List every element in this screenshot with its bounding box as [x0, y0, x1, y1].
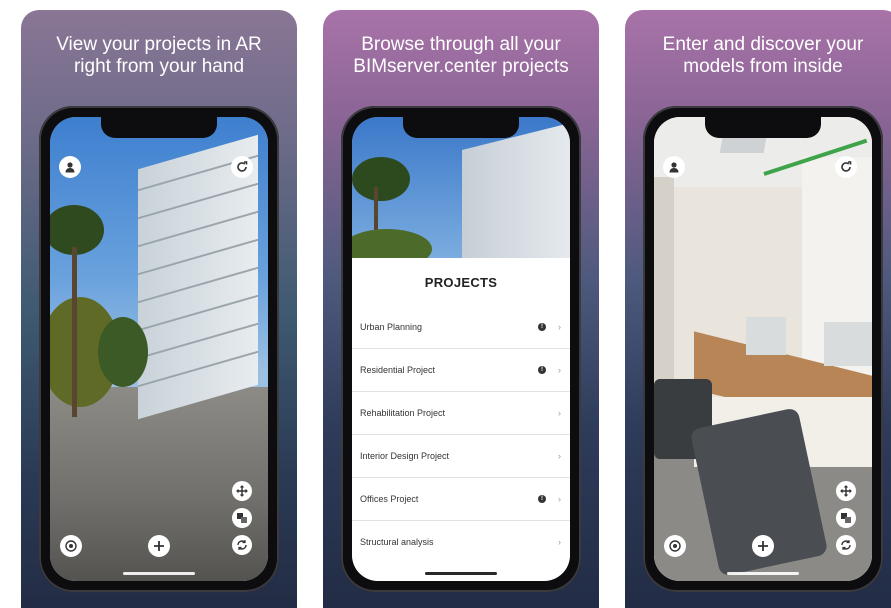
alert-icon: !	[538, 365, 546, 374]
user-icon	[65, 162, 75, 173]
ar-camera-view	[352, 117, 570, 262]
profile-button[interactable]	[663, 156, 685, 178]
chevron-right-icon: ›	[558, 364, 561, 375]
phone-notch	[403, 116, 519, 138]
chevron-right-icon: ›	[558, 493, 561, 504]
screenshot-panel-interior: Enter and discover your models from insi…	[625, 10, 891, 608]
refresh-icon	[237, 161, 248, 172]
move-icon	[840, 485, 852, 497]
tree	[98, 317, 148, 387]
plus-icon	[154, 541, 164, 551]
profile-button[interactable]	[59, 156, 81, 178]
home-indicator	[123, 572, 195, 575]
target-icon	[65, 540, 77, 552]
add-button[interactable]	[148, 535, 170, 557]
monitor	[824, 322, 872, 366]
project-label: Urban Planning	[360, 321, 423, 332]
refresh-icon	[841, 161, 852, 172]
layers-button[interactable]	[232, 508, 252, 528]
project-row-urban-planning[interactable]: Urban Planning ! ›	[352, 305, 570, 349]
layers-button[interactable]	[836, 508, 856, 528]
phone-screen: PROJECTS Urban Planning ! › Residential …	[352, 117, 570, 581]
rotate-icon	[841, 540, 851, 550]
projects-panel: PROJECTS Urban Planning ! › Residential …	[352, 258, 570, 581]
layers-icon	[841, 513, 851, 523]
caption-line: BIMserver.center projects	[353, 56, 569, 77]
refresh-button[interactable]	[231, 156, 253, 178]
phone-frame	[643, 106, 883, 592]
project-row-structural[interactable]: Structural analysis ›	[352, 520, 570, 563]
panel-caption: Enter and discover your models from insi…	[625, 34, 891, 78]
rotate-button[interactable]	[836, 535, 856, 555]
move-icon	[236, 485, 248, 497]
chevron-right-icon: ›	[558, 536, 561, 547]
panel-caption: Browse through all your BIMserver.center…	[323, 34, 599, 78]
ar-building-model	[462, 120, 570, 262]
phone-notch	[705, 116, 821, 138]
target-button[interactable]	[664, 535, 686, 557]
phone-notch	[101, 116, 217, 138]
move-button[interactable]	[232, 481, 252, 501]
screenshot-panel-projects: Browse through all your BIMserver.center…	[323, 10, 599, 608]
caption-line: Enter and discover your	[662, 34, 864, 55]
project-row-offices[interactable]: Offices Project ! ›	[352, 477, 570, 521]
phone-screen	[654, 117, 872, 581]
project-row-residential[interactable]: Residential Project ! ›	[352, 348, 570, 392]
palm-trunk	[72, 247, 77, 417]
project-row-interior-design[interactable]: Interior Design Project ›	[352, 434, 570, 478]
project-label: Interior Design Project	[360, 450, 450, 461]
chevron-right-icon: ›	[558, 450, 561, 461]
rotate-icon	[237, 540, 247, 550]
chevron-right-icon: ›	[558, 321, 561, 332]
move-button[interactable]	[836, 481, 856, 501]
project-label: Offices Project	[360, 493, 419, 504]
refresh-button[interactable]	[835, 156, 857, 178]
caption-line: View your projects in AR	[56, 34, 262, 55]
project-label: Rehabilitation Project	[360, 407, 446, 418]
home-indicator	[425, 572, 497, 575]
alert-icon: !	[538, 494, 546, 503]
project-label: Residential Project	[360, 364, 436, 375]
add-button[interactable]	[752, 535, 774, 557]
project-row-rehabilitation[interactable]: Rehabilitation Project ›	[352, 391, 570, 435]
target-button[interactable]	[60, 535, 82, 557]
home-indicator	[727, 572, 799, 575]
target-icon	[669, 540, 681, 552]
user-icon	[669, 162, 679, 173]
rotate-button[interactable]	[232, 535, 252, 555]
phone-frame: PROJECTS Urban Planning ! › Residential …	[341, 106, 581, 592]
projects-title: PROJECTS	[424, 275, 498, 290]
caption-line: right from your hand	[73, 56, 245, 77]
monitor	[746, 317, 786, 355]
alert-icon: !	[538, 322, 546, 331]
project-label: Structural analysis	[360, 536, 434, 547]
chevron-right-icon: ›	[558, 407, 561, 418]
palm-tree	[352, 157, 410, 201]
caption-line: Browse through all your	[361, 34, 561, 55]
screenshot-panel-ar: View your projects in AR right from your…	[21, 10, 297, 608]
phone-frame	[39, 106, 279, 592]
layers-icon	[237, 513, 247, 523]
phone-screen	[50, 117, 268, 581]
caption-line: models from inside	[683, 56, 843, 77]
panel-caption: View your projects in AR right from your…	[21, 34, 297, 78]
plus-icon	[758, 541, 768, 551]
